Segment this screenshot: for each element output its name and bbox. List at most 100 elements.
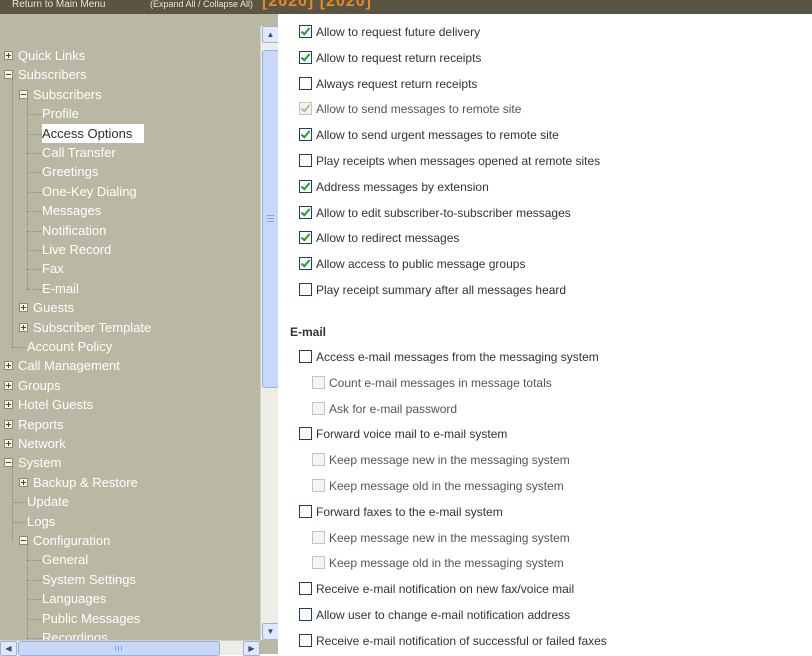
unchecked-checkbox-icon[interactable] <box>299 427 312 441</box>
checked-checkbox-icon[interactable] <box>299 25 312 38</box>
expand-plus-icon[interactable] <box>4 419 13 429</box>
tree-item-reports[interactable]: Reports <box>0 415 260 434</box>
tree-connector-line <box>27 172 41 174</box>
tree-item-guests[interactable]: Guests <box>0 298 260 317</box>
tree-horizontal-scrollbar[interactable]: ◀ ▶ <box>0 640 260 656</box>
tree-item-label: Access Options <box>42 123 145 143</box>
unchecked-checkbox-icon[interactable] <box>299 504 312 518</box>
tree-item-system[interactable]: System <box>0 453 260 472</box>
scroll-thumb-grip <box>121 646 122 651</box>
option-label: Access e-mail messages from the messagin… <box>316 350 599 364</box>
scroll-up-arrow-icon[interactable]: ▲ <box>262 26 279 43</box>
tree-item-label: General <box>42 552 89 568</box>
tree-item-subscribers[interactable]: Subscribers <box>0 85 260 104</box>
option-label: Allow to request return receipts <box>316 50 482 65</box>
tree-item-label: One-Key Dialing <box>42 183 137 199</box>
tree-item-access-options[interactable]: Access Options <box>0 123 260 143</box>
tree-item-logs[interactable]: Logs <box>0 512 260 531</box>
expand-plus-icon[interactable] <box>4 380 13 390</box>
tree-item-label: Account Policy <box>27 339 113 354</box>
expand-plus-icon[interactable] <box>4 361 13 371</box>
collapse-minus-icon[interactable] <box>19 536 28 545</box>
expand-plus-icon[interactable] <box>4 51 13 60</box>
expand-collapse-all-link[interactable]: (Expand All / Collapse All) <box>150 0 253 9</box>
option-label: Forward faxes to the e-mail system <box>316 504 503 519</box>
tree-item-e-mail[interactable]: E-mail <box>0 279 260 298</box>
scroll-down-arrow-icon[interactable]: ▼ <box>262 623 279 640</box>
unchecked-checkbox-icon[interactable] <box>299 76 312 90</box>
tree-item-hotel-guests[interactable]: Hotel Guests <box>0 395 260 414</box>
option-label: Play receipts when messages opened at re… <box>316 154 601 168</box>
unchecked-checkbox-icon <box>312 401 325 415</box>
tree-connector-line <box>27 618 41 620</box>
tree-item-quick-links[interactable]: Quick Links <box>0 46 260 65</box>
tree-item-general[interactable]: General <box>0 550 260 569</box>
return-to-main-menu-link[interactable]: Return to Main Menu <box>12 0 105 10</box>
tree-item-profile[interactable]: Profile <box>0 104 260 123</box>
tree-item-fax[interactable]: Fax <box>0 259 260 278</box>
checked-checkbox-icon[interactable] <box>299 257 312 271</box>
tree-item-notification[interactable]: Notification <box>0 221 260 240</box>
unchecked-checkbox-icon[interactable] <box>299 608 312 621</box>
tree-item-one-key-dialing[interactable]: One-Key Dialing <box>0 182 260 201</box>
option-label: Allow user to change e-mail notification… <box>316 608 571 622</box>
expand-plus-icon[interactable] <box>4 400 13 410</box>
tree-item-configuration[interactable]: Configuration <box>0 531 260 550</box>
top-header: Return to Main Menu (Expand All / Collap… <box>0 0 812 14</box>
expand-plus-icon[interactable] <box>19 477 28 487</box>
tree-item-update[interactable]: Update <box>0 492 260 511</box>
tree-item-label: E-mail <box>42 280 79 296</box>
checked-checkbox-icon[interactable] <box>299 205 312 219</box>
tree-item-account-policy[interactable]: Account Policy <box>0 337 260 356</box>
unchecked-checkbox-icon[interactable] <box>299 582 312 596</box>
collapse-minus-icon[interactable] <box>19 89 28 99</box>
tree-item-call-management[interactable]: Call Management <box>0 356 260 375</box>
expand-plus-icon[interactable] <box>19 322 28 332</box>
tree-item-subscriber-template[interactable]: Subscriber Template <box>0 318 260 337</box>
unchecked-checkbox-icon[interactable] <box>299 154 312 167</box>
option-label: Count e-mail messages in message totals <box>329 375 552 390</box>
option-label: Forward voice mail to e-mail system <box>316 427 508 442</box>
tree-item-label: Guests <box>33 300 75 316</box>
option-label: Allow to send urgent messages to remote … <box>316 128 559 143</box>
option-label: Receive e-mail notification on new fax/v… <box>316 582 575 597</box>
tree-item-backup-restore[interactable]: Backup & Restore <box>0 473 260 492</box>
tree-item-subscribers[interactable]: Subscribers <box>0 65 260 84</box>
tree-connector-line <box>27 638 41 639</box>
unchecked-checkbox-icon <box>312 453 325 467</box>
tree-item-label: Update <box>27 494 69 510</box>
collapse-minus-icon[interactable] <box>4 458 13 468</box>
tree-item-greetings[interactable]: Greetings <box>0 162 260 181</box>
checked-checkbox-icon[interactable] <box>299 179 312 193</box>
checked-checkbox-icon[interactable] <box>299 50 312 64</box>
tree-item-live-record[interactable]: Live Record <box>0 240 260 259</box>
tree-connector-line <box>12 521 26 523</box>
scroll-thumb-grip <box>267 215 274 216</box>
tree-item-system-settings[interactable]: System Settings <box>0 570 260 589</box>
tree-item-label: Profile <box>42 106 79 122</box>
tree-item-label: Greetings <box>42 164 99 180</box>
unchecked-checkbox-icon[interactable] <box>299 350 312 363</box>
tree-item-label: Languages <box>42 591 107 607</box>
tree-item-recordings[interactable]: Recordings <box>0 628 260 640</box>
tree-connector-line <box>27 211 41 213</box>
tree-item-label: Quick Links <box>18 48 86 63</box>
unchecked-checkbox-icon[interactable] <box>299 633 312 647</box>
tree-item-network[interactable]: Network <box>0 434 260 453</box>
checked-checkbox-icon[interactable] <box>299 231 312 245</box>
collapse-minus-icon[interactable] <box>4 70 13 80</box>
scroll-thumb-grip <box>115 646 116 651</box>
tree-vertical-scrollbar[interactable]: ▲ ▼ <box>260 26 279 640</box>
tree-item-label: Groups <box>18 377 61 393</box>
tree-item-groups[interactable]: Groups <box>0 376 260 395</box>
expand-plus-icon[interactable] <box>4 439 13 448</box>
tree-item-call-transfer[interactable]: Call Transfer <box>0 143 260 162</box>
unchecked-checkbox-icon[interactable] <box>299 283 312 296</box>
checked-checkbox-icon[interactable] <box>299 128 312 142</box>
tree-connector-line <box>27 153 41 154</box>
tree-item-messages[interactable]: Messages <box>0 201 260 220</box>
tree-vertical-scroll-thumb[interactable] <box>262 50 279 388</box>
tree-item-public-messages[interactable]: Public Messages <box>0 609 260 628</box>
expand-plus-icon[interactable] <box>19 303 28 313</box>
tree-item-languages[interactable]: Languages <box>0 589 260 608</box>
